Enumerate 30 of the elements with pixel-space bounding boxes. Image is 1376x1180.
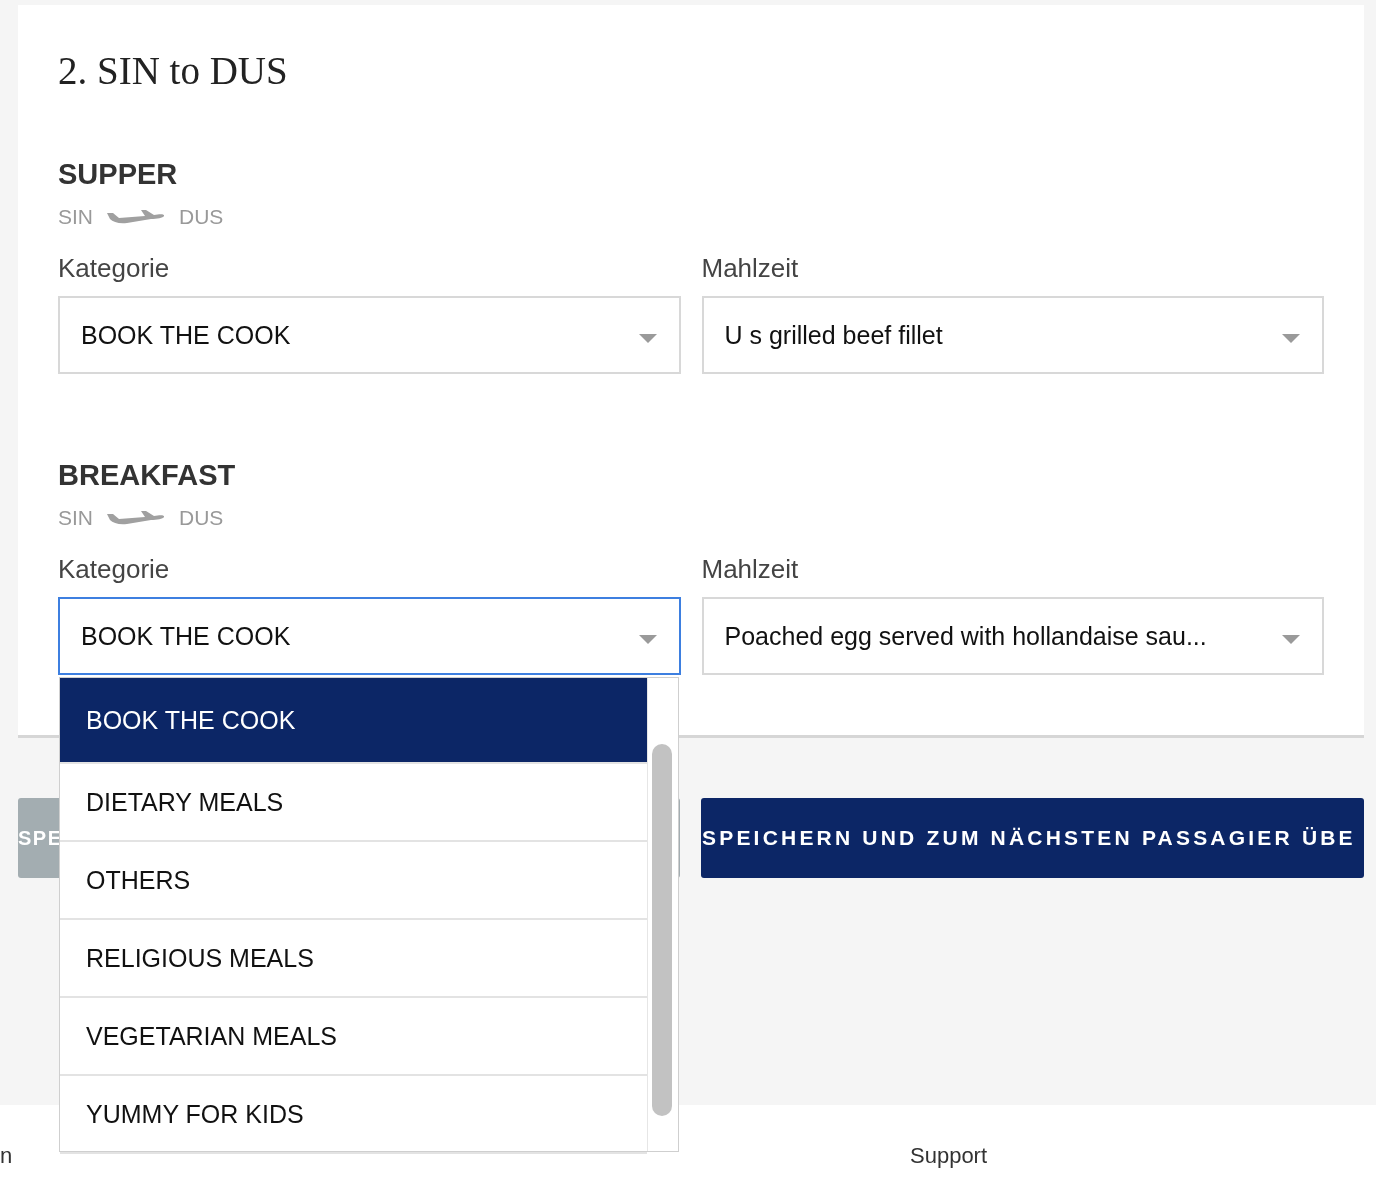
airplane-icon xyxy=(107,510,165,526)
field-label: Mahlzeit xyxy=(701,554,800,584)
meal-select[interactable]: U s grilled beef fillet xyxy=(701,296,1324,374)
dropdown-option[interactable]: DIETARY MEALS xyxy=(60,764,647,842)
dropdown-arrow-icon xyxy=(638,635,657,645)
dropdown-arrow-icon xyxy=(1282,334,1300,344)
dropdown-option[interactable]: RELIGIOUS MEALS xyxy=(60,920,647,998)
origin-code: SIN xyxy=(58,205,93,229)
dropdown-arrow-icon xyxy=(1282,635,1300,645)
dropdown-option[interactable]: OTHERS xyxy=(60,842,647,920)
field-label: Kategorie xyxy=(58,554,171,584)
dropdown-option[interactable]: BOOK THE COOK xyxy=(60,678,647,764)
destination-code: DUS xyxy=(179,506,224,530)
section-title: 2. SIN to DUS xyxy=(58,49,289,93)
destination-code: DUS xyxy=(179,205,224,229)
airplane-icon xyxy=(107,209,165,225)
dropdown-arrow-icon xyxy=(638,334,657,344)
meal-heading: BREAKFAST xyxy=(58,458,237,492)
save-button[interactable]: SPEICHERN UND ZUM NÄCHSTEN PASSAGIER ÜBE xyxy=(701,798,1364,878)
dropdown-option[interactable]: VEGETARIAN MEALS xyxy=(60,998,647,1076)
meal-heading: SUPPER xyxy=(58,157,179,191)
category-select[interactable]: BOOK THE COOK xyxy=(58,296,681,374)
origin-code: SIN xyxy=(58,506,93,530)
field-label: Mahlzeit xyxy=(701,253,800,283)
footer-heading: Support xyxy=(910,1143,988,1169)
category-select[interactable]: BOOK THE COOK xyxy=(58,597,681,675)
footer-heading: n xyxy=(0,1143,13,1169)
meal-select[interactable]: Poached egg served with hollandaise sau... xyxy=(701,597,1324,675)
field-label: Kategorie xyxy=(58,253,171,283)
scrollbar-thumb[interactable] xyxy=(652,744,672,1116)
